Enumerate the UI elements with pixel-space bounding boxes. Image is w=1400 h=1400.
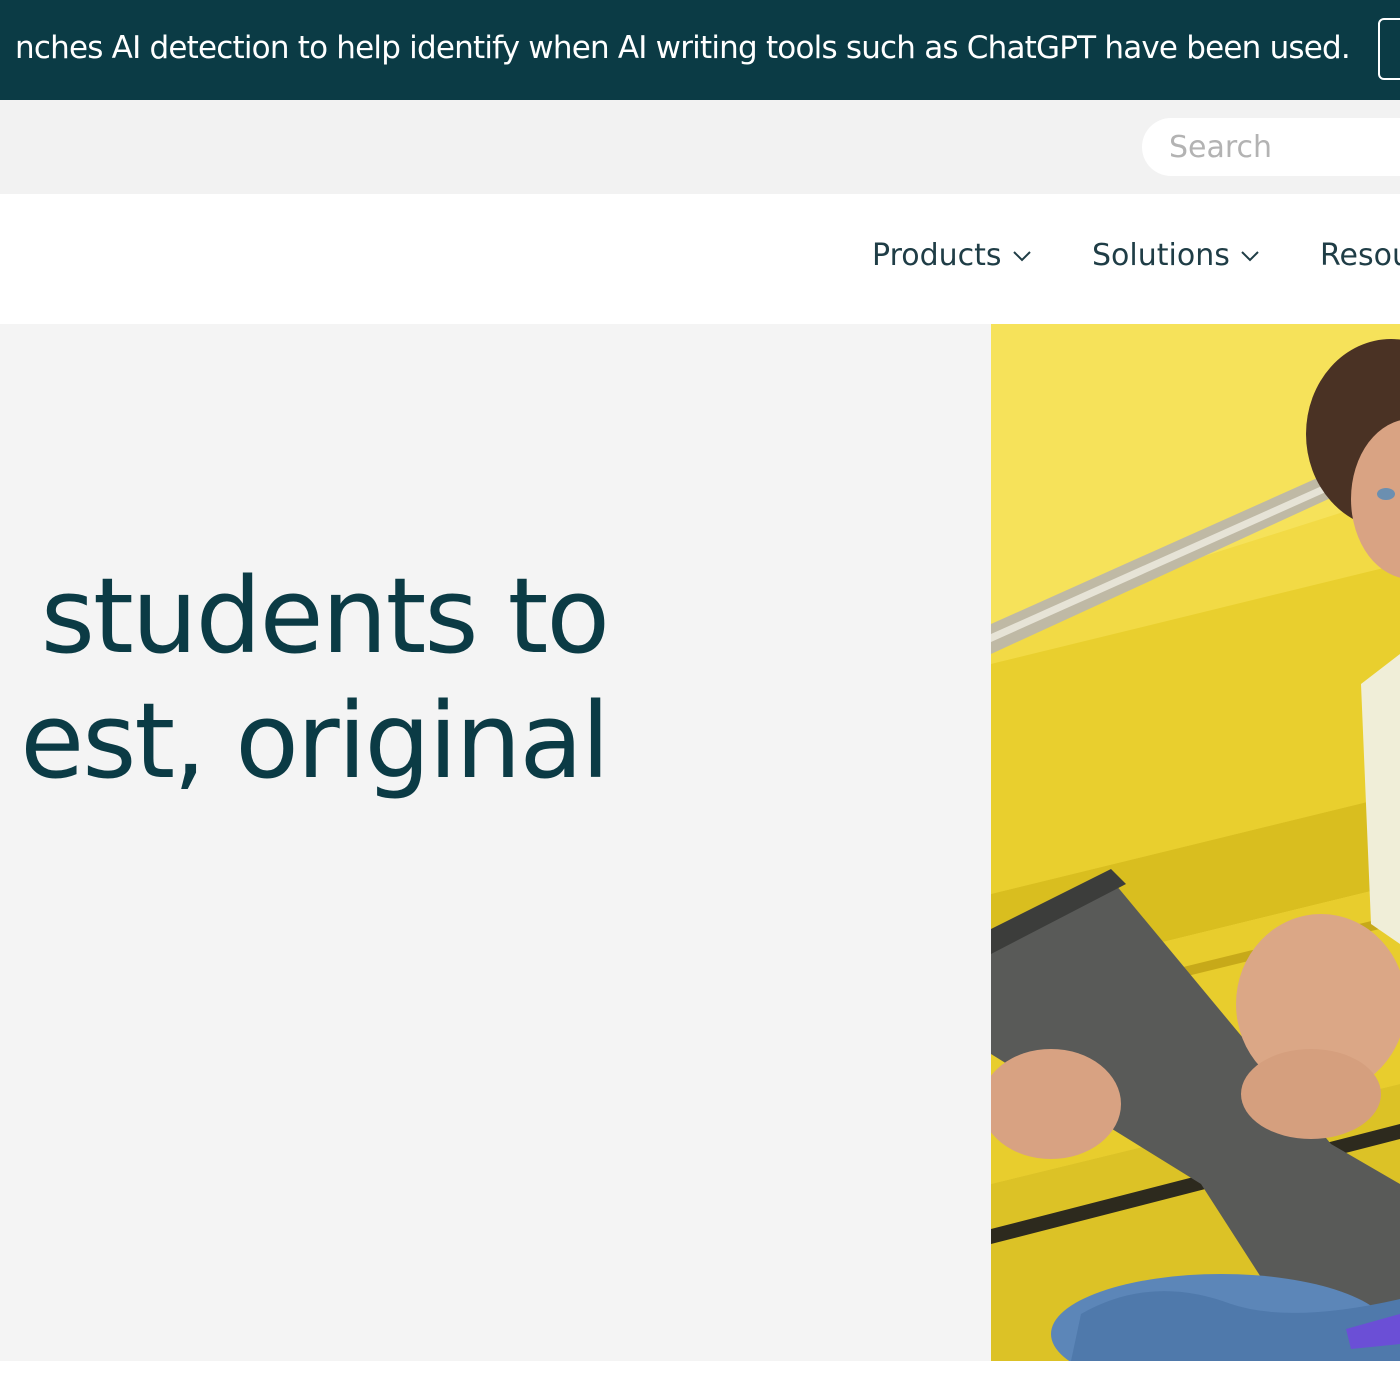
- hero-headline-line-1: students to: [40, 555, 610, 677]
- nav-item-label: Solutions: [1092, 238, 1230, 273]
- bottom-strip: [0, 1361, 1400, 1400]
- utility-bar: [0, 100, 1400, 194]
- search-box[interactable]: [1142, 118, 1400, 176]
- nav-item-products[interactable]: Products: [872, 238, 1032, 273]
- chevron-down-icon: [1012, 250, 1031, 261]
- student-with-tablet-photo: [991, 324, 1400, 1361]
- nav-item-label: Products: [872, 238, 1002, 273]
- nav-item-resources[interactable]: Resou: [1320, 238, 1400, 273]
- hero-headline-line-2: est, original: [20, 680, 610, 802]
- search-input[interactable]: [1169, 129, 1400, 165]
- main-nav: Products Solutions Resou: [0, 194, 1400, 324]
- nav-item-solutions[interactable]: Solutions: [1092, 238, 1260, 273]
- hero-photo: [991, 324, 1400, 1361]
- announcement-button[interactable]: [1378, 18, 1400, 80]
- announcement-banner: nches AI detection to help identify when…: [0, 0, 1400, 100]
- announcement-text: nches AI detection to help identify when…: [15, 30, 1351, 66]
- nav-item-label: Resou: [1320, 238, 1400, 273]
- hero-headline: students to est, original: [20, 554, 610, 804]
- chevron-down-icon: [1241, 250, 1259, 261]
